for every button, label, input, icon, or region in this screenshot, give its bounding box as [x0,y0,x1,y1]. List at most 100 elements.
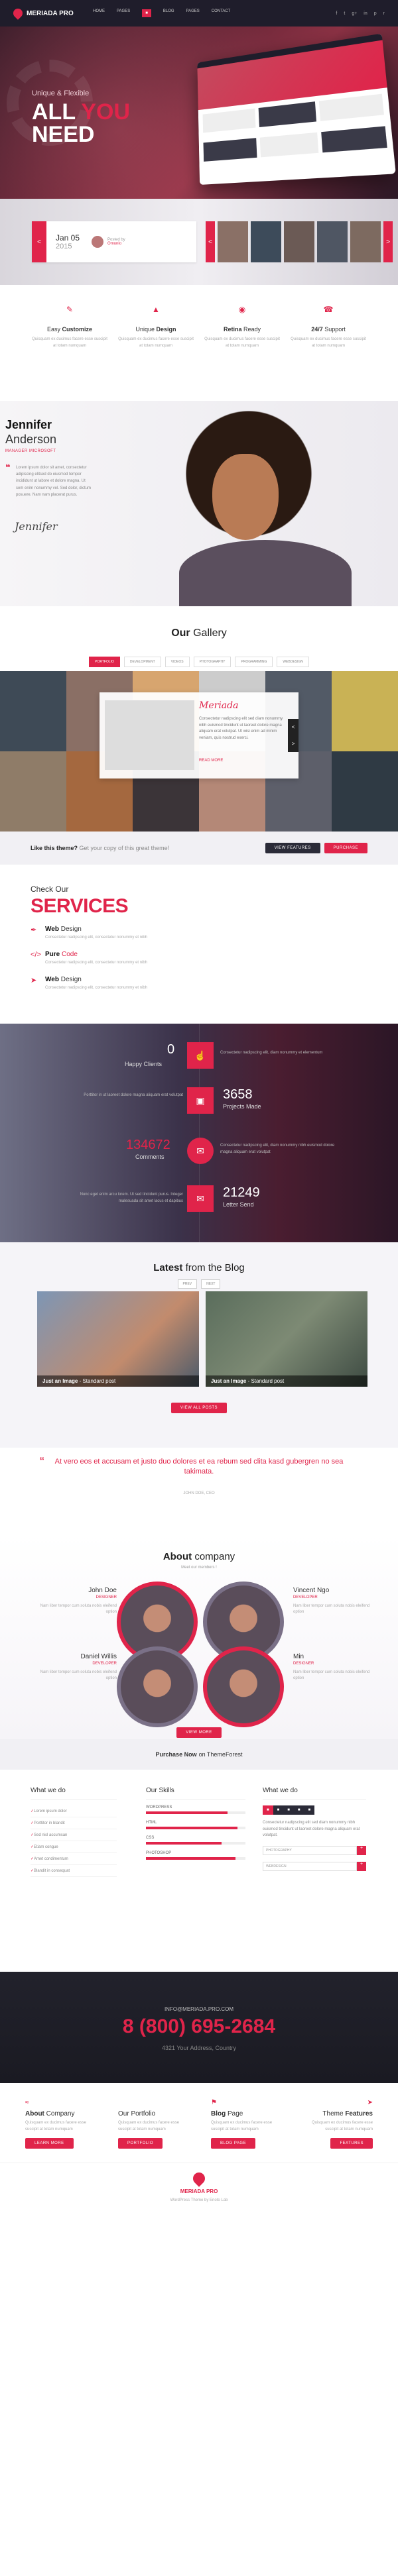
learn-more-button[interactable]: LEARN MORE [25,2138,74,2149]
footer-column: ≈ About Company Quisquam ex ducimus face… [13,2099,106,2163]
code-icon: </> [31,951,41,959]
team-member: Daniel Willis DEVELOPER Nam liber tempor… [40,1653,117,1680]
linkedin-icon[interactable]: in [364,11,367,16]
tab[interactable]: ■ [263,1805,273,1815]
member-avatar[interactable] [117,1646,198,1727]
blog-post-card[interactable]: Just an Image - Standard post [37,1291,199,1387]
tab[interactable]: ■ [283,1805,294,1815]
gallery-section: Our Gallery PORTFOLIO DEVELOPMENT VIDEOS… [0,606,398,832]
testimonial-section: At vero eos et accusam et justo duo dolo… [0,1448,398,1534]
nav-item-pages-2[interactable]: PAGES [186,9,200,17]
member-first-name: Jennifer [5,418,52,431]
cta-text: Get your copy of this great theme! [79,845,170,851]
filter-programming[interactable]: PROGRAMMING [235,657,273,667]
portfolio-button[interactable]: PORTFOLIO [118,2138,163,2149]
googleplus-icon[interactable]: g+ [352,11,357,16]
gallery-tile[interactable] [0,671,66,751]
pen-icon: ✒ [31,926,37,934]
prev-post-button[interactable]: < [32,221,46,262]
stat-number: 0 [167,1042,175,1057]
member-avatar[interactable] [203,1646,284,1727]
nav-item-active[interactable]: ■ [142,9,151,17]
facebook-icon[interactable]: f [336,11,337,16]
gallery-next-button[interactable]: > [292,741,295,747]
nav-item-home[interactable]: HOME [93,9,105,17]
thumb[interactable] [317,221,348,262]
filter-videos[interactable]: VIDEOS [165,657,190,667]
purchase-button[interactable]: PURCHASE [324,843,367,853]
filter-photography[interactable]: PHOTOGRAPHY [193,657,232,667]
chat-icon: ✉ [187,1138,214,1164]
author-name[interactable]: Omunio [107,242,125,246]
filter-webdesign[interactable]: WEBDESIGN [277,657,309,667]
gallery-prev-button[interactable]: < [292,724,295,730]
thumb[interactable] [218,221,248,262]
team-member: Vincent Ngo DEVELOPER Nam liber tempor c… [293,1587,370,1614]
contact-address: 4321 Your Address, Country [161,2045,237,2051]
stat-text: Consectetur nadipscing elit, diam nonumm… [220,1051,323,1055]
copyright: WordPress Theme by Enoto Lab [170,2198,228,2202]
view-all-posts-button[interactable]: VIEW ALL POSTS [170,1403,228,1413]
team-member: Min DESIGNER Nam liber tempor cum soluta… [293,1653,370,1680]
gallery-tile[interactable] [0,751,66,832]
filter-development[interactable]: DEVELOPMENT [123,657,161,667]
avatar [92,236,104,248]
logo-mark-icon [11,7,25,20]
member-last-name: Anderson [5,433,57,446]
member-role: MANAGER MICROSOFT [5,449,56,453]
logo-text: MERIADA PRO [27,9,74,17]
plane-icon: ➤ [367,2099,373,2106]
skill-bar: PHOTOSHOP [146,1851,245,1860]
nav-item-blog[interactable]: BLOG [163,9,174,17]
tab[interactable]: ■ [273,1805,284,1815]
blog-prev-button[interactable]: PREV [177,1279,198,1289]
nav-item-pages[interactable]: PAGES [117,9,130,17]
stat-label: Projects Made [223,1103,261,1110]
thumb[interactable] [284,221,314,262]
gallery-tile[interactable] [332,751,398,832]
nav-item-contact[interactable]: CONTACT [212,9,231,17]
list-item: Sed nisl accumsan [31,1829,117,1841]
stat-number: 134672 [126,1138,170,1152]
gallery-title: Our Gallery [171,627,227,639]
accordion-item[interactable]: WEBDESIGN + [263,1861,366,1871]
service-item: ✒ Web Design Consectetur nadipscing elit… [31,926,148,939]
logo[interactable]: MERIADA PRO [11,7,80,20]
date-card: < Jan 05 2015 Posted by Omunio [32,221,196,262]
thumb[interactable] [350,221,381,262]
list-item: Amet condimentum [31,1853,117,1865]
gallery-detail-card: Meriada Consectetur nadipscing elit sed … [100,692,298,778]
tab[interactable]: ■ [304,1805,315,1815]
accordion-item[interactable]: PHOTOGRAPHY + [263,1845,366,1855]
gallery-read-more[interactable]: READ MORE [199,759,223,763]
stat-text: Consectetur nadipscing elit, diam nonumm… [220,1144,335,1154]
blog-page-button[interactable]: BLOG PAGE [211,2138,256,2149]
footer-logo-icon[interactable] [190,2170,208,2187]
features-button[interactable]: FEATURES [330,2138,373,2149]
thumb[interactable] [251,221,281,262]
blog-post-card[interactable]: Just an Image - Standard post [206,1291,367,1387]
tab[interactable]: ■ [293,1805,304,1815]
gallery-detail-title: Meriada [199,700,239,711]
stat-text: Porttitor in ut laoreet dolore magna ali… [84,1093,183,1097]
view-features-button[interactable]: VIEW FEATURES [265,843,320,853]
gallery-tile[interactable] [332,671,398,751]
filter-portfolio[interactable]: PORTFOLIO [89,657,120,667]
blog-title: Latest from the Blog [153,1262,245,1273]
twitter-icon[interactable]: t [344,11,345,16]
stat-number: 21249 [223,1185,260,1200]
services-section: Check Our SERVICES ✒ Web Design Consecte… [0,865,398,1024]
carousel-next-button[interactable]: > [383,221,393,262]
purchase-bar[interactable]: Purchase Now on ThemeForest [0,1739,398,1770]
blog-next-button[interactable]: NEXT [201,1279,221,1289]
pinterest-icon[interactable]: p [374,11,377,16]
gallery-detail-image [105,700,194,770]
footer-brand: MERIADA PRO [180,2188,218,2194]
footer-columns: ≈ About Company Quisquam ex ducimus face… [0,2083,398,2163]
carousel-prev-button[interactable]: < [206,221,215,262]
member-quote: Lorem ipsum dolor sit amet, consectetur … [16,466,92,497]
contact-email[interactable]: INFO@MERIADA.PRO.COM [0,2006,398,2012]
design-icon: ▲ [152,305,160,314]
view-more-button[interactable]: VIEW MORE [176,1727,222,1738]
rss-icon[interactable]: r [383,11,385,16]
